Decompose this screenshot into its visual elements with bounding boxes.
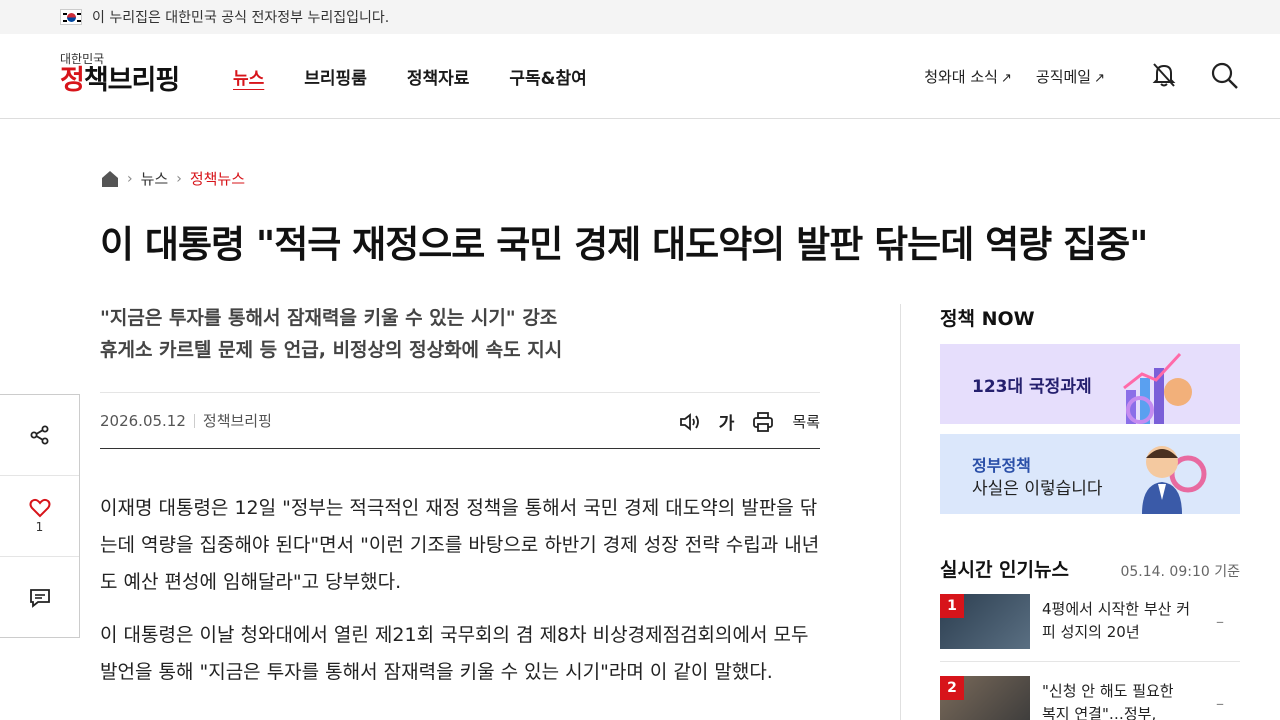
breadcrumb: › 뉴스 › 정책뉴스: [101, 168, 245, 189]
rank-badge: 1: [940, 594, 964, 618]
character-illustration-icon: [1142, 446, 1207, 514]
chart-illustration-icon: [1123, 352, 1192, 424]
breadcrumb-policy-news[interactable]: 정책뉴스: [190, 168, 245, 189]
external-links: 청와대 소식 ↗ 공직메일 ↗: [924, 66, 1105, 87]
rank-change-icon: –: [1216, 694, 1224, 713]
external-arrow-icon: ↗: [1000, 71, 1012, 86]
article-headline: 이 대통령 "적극 재정으로 국민 경제 대도약의 발판 닦는데 역량 집중": [100, 223, 1148, 266]
like-button[interactable]: 1: [0, 476, 79, 557]
rank-badge: 2: [940, 676, 964, 700]
article-subtitles: "지금은 투자를 통해서 잠재력을 키울 수 있는 시기" 강조 휴게소 카르텔…: [100, 302, 562, 366]
site-header: 대한민국 정책브리핑 뉴스 브리핑룸 정책자료 구독&참여 청와대 소식 ↗ 공직…: [0, 34, 1280, 119]
search-icon[interactable]: [1209, 60, 1239, 90]
nav-item-briefing-room[interactable]: 브리핑룸: [304, 64, 367, 89]
national-tasks-banner[interactable]: 123대 국정과제: [940, 344, 1240, 424]
comment-icon: [29, 588, 50, 608]
news-thumbnail: 1: [940, 594, 1030, 649]
gov-notice-bar: 이 누리집은 대한민국 공식 전자정부 누리집입니다.: [0, 0, 1280, 34]
speaker-icon[interactable]: [679, 412, 701, 432]
nav-item-subscribe[interactable]: 구독&참여: [509, 64, 586, 89]
bell-off-icon[interactable]: [1149, 60, 1179, 90]
comment-button[interactable]: [0, 557, 79, 638]
breadcrumb-separator: ›: [127, 170, 133, 187]
link-official-mail[interactable]: 공직메일 ↗: [1036, 66, 1105, 87]
article-tools: 가 목록: [679, 409, 820, 434]
article-source: 정책브리핑: [202, 412, 272, 430]
external-arrow-icon: ↗: [1094, 71, 1105, 86]
like-count: 1: [35, 520, 44, 534]
share-icon: [30, 425, 48, 445]
article-paragraph: 이 대통령은 이날 청와대에서 열린 제21회 국무회의 겸 제8차 비상경제점…: [100, 624, 809, 683]
print-icon[interactable]: [752, 411, 774, 433]
popular-news-item[interactable]: 2 "신청 안 해도 필요한 복지 연결"…정부, –: [940, 676, 1240, 720]
korea-flag-icon: [60, 9, 82, 25]
news-title: 4평에서 시작한 부산 커피 성지의 20년: [1042, 600, 1191, 641]
popular-news-timestamp: 05.14. 09:10 기준: [1120, 564, 1240, 580]
news-title: "신청 안 해도 필요한 복지 연결"…정부,: [1042, 682, 1174, 720]
banner-policy-title: 정부정책: [972, 456, 1031, 475]
popular-news-item[interactable]: 1 4평에서 시작한 부산 커피 성지의 20년 –: [940, 594, 1240, 664]
article-date: 2026.05.12: [100, 411, 186, 430]
banner-policy-subtitle: 사실은 이렇습니다: [972, 479, 1103, 499]
policy-now-title: 정책 NOW: [940, 308, 1035, 330]
news-thumbnail: 2: [940, 676, 1030, 720]
banner-national-tasks-text: 123대 국정과제: [972, 377, 1092, 397]
article-body: 이재명 대통령은 12일 "정부는 적극적인 재정 정책을 통해서 국민 경제 …: [100, 490, 822, 707]
popular-news-header: 실시간 인기뉴스 05.14. 09:10 기준: [940, 555, 1240, 582]
nav-item-news[interactable]: 뉴스: [233, 64, 264, 89]
breadcrumb-separator: ›: [176, 170, 182, 187]
font-size-button[interactable]: 가: [719, 409, 735, 434]
column-divider: [900, 304, 901, 720]
list-button[interactable]: 목록: [792, 411, 820, 432]
nav-item-policy-data[interactable]: 정책자료: [407, 64, 470, 89]
list-divider: [940, 661, 1240, 662]
breadcrumb-news[interactable]: 뉴스: [141, 168, 169, 189]
logo-small-text: 대한민국: [60, 52, 105, 66]
home-icon[interactable]: [101, 170, 119, 188]
policy-now-section: 정책 NOW 123대 국정과제 정부정책 사실은 이렇습니다: [940, 304, 1240, 514]
government-policy-facts-banner[interactable]: 정부정책 사실은 이렇습니다: [940, 434, 1240, 514]
popular-news-title: 실시간 인기뉴스: [940, 559, 1069, 581]
meta-divider: [193, 413, 195, 428]
share-button[interactable]: [0, 395, 79, 476]
link-cheongwadae[interactable]: 청와대 소식 ↗: [924, 66, 1012, 87]
article-meta: 2026.05.12 정책브리핑 가 목록: [100, 392, 820, 449]
article-subtitle-2: 휴게소 카르텔 문제 등 언급, 비정상의 정상화에 속도 지시: [100, 339, 563, 361]
logo-big-text: 정책브리핑: [60, 65, 180, 96]
site-logo[interactable]: 대한민국 정책브리핑: [60, 52, 180, 96]
main-nav: 뉴스 브리핑룸 정책자료 구독&참여: [233, 64, 587, 89]
floating-actions: 1: [0, 394, 80, 638]
heart-icon: [29, 498, 50, 518]
gov-notice-text: 이 누리집은 대한민국 공식 전자정부 누리집입니다.: [92, 10, 390, 26]
article-paragraph: 이재명 대통령은 12일 "정부는 적극적인 재정 정책을 통해서 국민 경제 …: [100, 497, 820, 593]
article-subtitle-1: "지금은 투자를 통해서 잠재력을 키울 수 있는 시기" 강조: [100, 307, 558, 329]
rank-change-icon: –: [1216, 612, 1224, 631]
